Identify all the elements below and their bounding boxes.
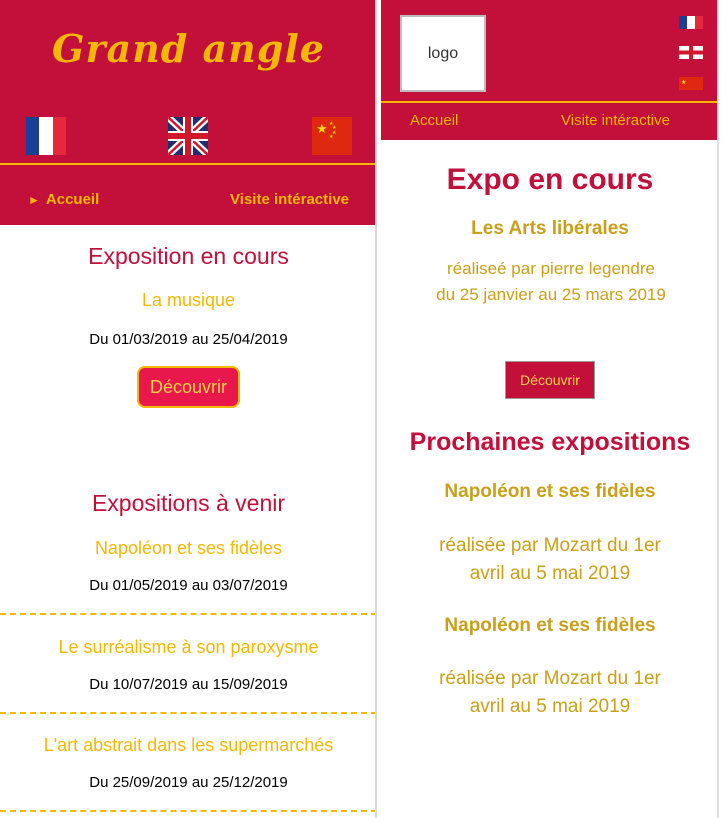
nav-home-link[interactable]: ► Accueil xyxy=(28,191,99,208)
upcoming-exhibitions-heading: Prochaines expositions xyxy=(409,428,691,456)
exhibition-dates: Du 25/09/2019 au 25/12/2019 xyxy=(89,774,288,791)
list-item[interactable]: L'art abstrait dans les supermarchés Du … xyxy=(0,735,375,791)
exhibition-name: Napoléon et ses fidèles xyxy=(444,481,656,502)
discover-button[interactable]: Découvrir xyxy=(137,366,240,408)
logo-placeholder[interactable]: logo xyxy=(400,15,486,92)
mobile-mockup-left: Grand angle ★ ★ ★ ★ ★ ► Accueil Visite i… xyxy=(0,0,377,818)
exhibition-description: réalisée par Mozart du 1er avril au 5 ma… xyxy=(439,668,661,717)
exhibition-name: L'art abstrait dans les supermarchés xyxy=(43,735,334,755)
exhibition-name: Napoléon et ses fidèles xyxy=(444,615,656,636)
exhibition-dates: Du 10/07/2019 au 15/09/2019 xyxy=(89,676,288,693)
list-item[interactable]: Le surréalisme à son paroxysme Du 10/07/… xyxy=(0,637,375,693)
exhibition-dates: Du 01/05/2019 au 03/07/2019 xyxy=(89,577,288,594)
svg-text:★: ★ xyxy=(329,134,334,140)
upcoming-exhibitions-heading: Expositions à venir xyxy=(91,490,286,516)
divider xyxy=(0,712,375,714)
french-flag-icon[interactable] xyxy=(679,16,703,29)
exhibition-description: réalisée par Mozart du 1er avril au 5 ma… xyxy=(439,535,661,584)
china-flag-icon[interactable]: ★ ★ ★ ★ ★ xyxy=(312,117,352,155)
current-exhibition-heading: Expo en cours xyxy=(446,163,654,196)
mobile-mockup-right: logo ★ Accueil Visite intéractive Expo e… xyxy=(381,0,719,818)
nav-home-link[interactable]: Accueil xyxy=(410,112,458,129)
header: logo ★ Accueil Visite intéractive xyxy=(381,0,717,140)
header-divider xyxy=(0,163,375,165)
uk-flag-icon[interactable] xyxy=(168,117,208,155)
svg-text:★: ★ xyxy=(681,79,686,86)
divider xyxy=(0,810,375,812)
current-exhibition-dates: Du 01/03/2019 au 25/04/2019 xyxy=(89,331,288,348)
brand-logo[interactable]: Grand angle xyxy=(0,26,375,71)
svg-text:★: ★ xyxy=(316,122,328,137)
exhibition-name: Le surréalisme à son paroxysme xyxy=(58,637,319,657)
nav-visit-link[interactable]: Visite intéractive xyxy=(561,112,670,129)
discover-button[interactable]: Découvrir xyxy=(505,361,595,399)
nav-visit-link[interactable]: Visite intéractive xyxy=(230,191,349,208)
current-exhibition-name: La musique xyxy=(141,290,236,310)
french-flag-icon[interactable] xyxy=(26,117,66,155)
exhibition-name: Napoléon et ses fidèles xyxy=(94,538,283,558)
england-flag-icon[interactable] xyxy=(679,46,703,59)
current-exhibition-name: Les Arts libérales xyxy=(471,218,629,239)
current-exhibition-description: réaliseé par pierre legendre du 25 janvi… xyxy=(436,259,666,304)
header: Grand angle ★ ★ ★ ★ ★ ► Accueil Visite i… xyxy=(0,0,375,225)
china-flag-icon[interactable]: ★ xyxy=(679,77,703,90)
nav-home-label: Accueil xyxy=(45,191,100,208)
play-triangle-icon: ► xyxy=(28,192,40,207)
header-divider xyxy=(381,101,717,103)
list-item[interactable]: Napoléon et ses fidèles Du 01/05/2019 au… xyxy=(0,538,375,594)
divider xyxy=(0,613,375,615)
current-exhibition-heading: Exposition en cours xyxy=(88,243,289,269)
